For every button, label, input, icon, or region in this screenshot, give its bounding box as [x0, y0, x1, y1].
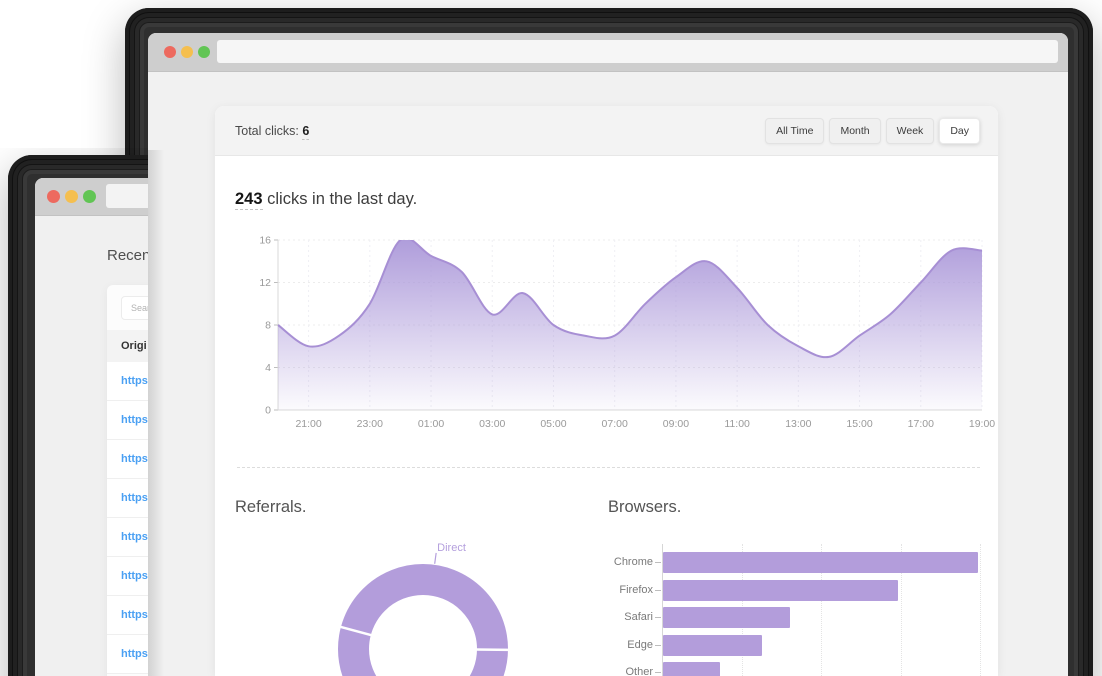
bar-category-label: Edge	[215, 635, 653, 656]
original-url-link[interactable]: https:	[107, 557, 148, 595]
clicks-area-chart-svg: 0 4 8 12 16 21:00 23:00 01:00 03:00 05:00 07:00 09:…	[215, 230, 998, 442]
x-tick-label: 13:00	[785, 418, 811, 430]
bar-segment-edge	[663, 635, 762, 656]
x-tick-label: 19:00	[969, 418, 995, 430]
stats-card: Total clicks: 6 All TimeMonthWeekDay 243…	[215, 106, 998, 676]
bar-row-other: Other	[215, 662, 982, 676]
url-bar[interactable]	[217, 40, 1058, 63]
background-window-clip: Recen Sear Origi https:https:https:https…	[0, 148, 148, 676]
total-clicks-value: 6	[302, 124, 309, 140]
traffic-lights	[164, 46, 210, 58]
bar-segment-firefox	[663, 580, 898, 601]
bar-row-firefox: Firefox	[215, 580, 982, 601]
original-url-link[interactable]: https:	[107, 362, 148, 400]
minimize-window-button[interactable]	[181, 46, 193, 58]
filter-day-button[interactable]: Day	[939, 118, 980, 144]
url-bar[interactable]	[106, 184, 148, 208]
bar-category-label: Other	[215, 662, 653, 676]
links-window-frame: Recen Sear Origi https:https:https:https…	[8, 155, 148, 676]
table-header: Origi	[107, 330, 148, 362]
referrals-heading: Referrals.	[235, 498, 307, 517]
bar-segment-chrome	[663, 552, 978, 573]
x-tick-label: 15:00	[846, 418, 872, 430]
window-cast-shadow	[148, 150, 164, 676]
time-filters: All TimeMonthWeekDay	[765, 118, 980, 144]
headline-text: clicks in the last day.	[263, 190, 418, 208]
original-url-link[interactable]: https:	[107, 401, 148, 439]
stats-card-header: Total clicks: 6 All TimeMonthWeekDay	[215, 106, 998, 156]
links-browser-window: Recen Sear Origi https:https:https:https…	[35, 178, 148, 676]
x-tick-label: 09:00	[663, 418, 689, 430]
bar-tick-mark	[655, 672, 661, 673]
filter-month-button[interactable]: Month	[829, 118, 880, 144]
zoom-window-button[interactable]	[83, 190, 96, 203]
x-tick-label: 17:00	[908, 418, 934, 430]
search-placeholder: Sear	[122, 297, 148, 319]
table-row: https:	[107, 479, 148, 518]
search-input[interactable]: Sear	[121, 296, 148, 320]
table-row: https:	[107, 440, 148, 479]
x-tick-label: 11:00	[724, 418, 750, 430]
browser-titlebar[interactable]	[35, 178, 148, 216]
links-table-rows: https:https:https:https:https:https:http…	[107, 362, 148, 674]
original-url-link[interactable]: https:	[107, 440, 148, 478]
table-row: https:	[107, 596, 148, 635]
bar-segment-safari	[663, 607, 790, 628]
filter-all-time-button[interactable]: All Time	[765, 118, 824, 144]
total-clicks: Total clicks: 6	[235, 124, 309, 138]
bar-row-safari: Safari	[215, 607, 982, 628]
recent-links-heading: Recen	[107, 247, 148, 264]
bar-category-label: Chrome	[215, 552, 653, 573]
table-row: https:	[107, 518, 148, 557]
table-header-label: Origi	[107, 330, 148, 362]
headline: 243 clicks in the last day.	[235, 190, 417, 209]
zoom-window-button[interactable]	[198, 46, 210, 58]
bar-tick-mark	[655, 645, 661, 646]
total-clicks-label: Total clicks:	[235, 124, 299, 138]
original-url-link[interactable]: https:	[107, 518, 148, 556]
browsers-heading: Browsers.	[608, 498, 681, 517]
x-tick-label: 05:00	[540, 418, 566, 430]
section-divider	[237, 467, 980, 468]
filter-week-button[interactable]: Week	[886, 118, 935, 144]
minimize-window-button[interactable]	[65, 190, 78, 203]
x-tick-label: 07:00	[602, 418, 628, 430]
headline-count: 243	[235, 190, 263, 210]
original-url-link[interactable]: https:	[107, 596, 148, 634]
bar-tick-mark	[655, 562, 661, 563]
close-window-button[interactable]	[47, 190, 60, 203]
y-tick-label: 0	[265, 405, 271, 417]
x-tick-label: 03:00	[479, 418, 505, 430]
original-url-link[interactable]: https:	[107, 635, 148, 673]
x-tick-label: 21:00	[295, 418, 321, 430]
x-tick-label: 23:00	[357, 418, 383, 430]
bar-tick-mark	[655, 617, 661, 618]
x-tick-label: 01:00	[418, 418, 444, 430]
bar-tick-mark	[655, 590, 661, 591]
traffic-lights	[47, 190, 96, 203]
original-url-link[interactable]: https:	[107, 479, 148, 517]
links-page: Recen Sear Origi https:https:https:https…	[35, 215, 148, 676]
bar-category-label: Firefox	[215, 580, 653, 601]
table-row: https:	[107, 362, 148, 401]
bar-segment-other	[663, 662, 720, 676]
browsers-bar-chart: Chrome Firefox Safari Edge Other	[215, 532, 982, 676]
browser-titlebar[interactable]	[148, 33, 1068, 72]
y-tick-label: 12	[259, 277, 271, 289]
y-tick-label: 8	[265, 320, 271, 332]
links-card: Sear Origi https:https:https:https:https…	[107, 285, 148, 676]
table-row: https:	[107, 401, 148, 440]
bar-row-chrome: Chrome	[215, 552, 982, 573]
bar-category-label: Safari	[215, 607, 653, 628]
desktop-stage: Total clicks: 6 All TimeMonthWeekDay 243…	[0, 0, 1102, 676]
y-tick-label: 4	[265, 362, 271, 374]
close-window-button[interactable]	[164, 46, 176, 58]
y-tick-label: 16	[259, 235, 271, 247]
bar-row-edge: Edge	[215, 635, 982, 656]
table-row: https:	[107, 557, 148, 596]
table-row: https:	[107, 635, 148, 674]
